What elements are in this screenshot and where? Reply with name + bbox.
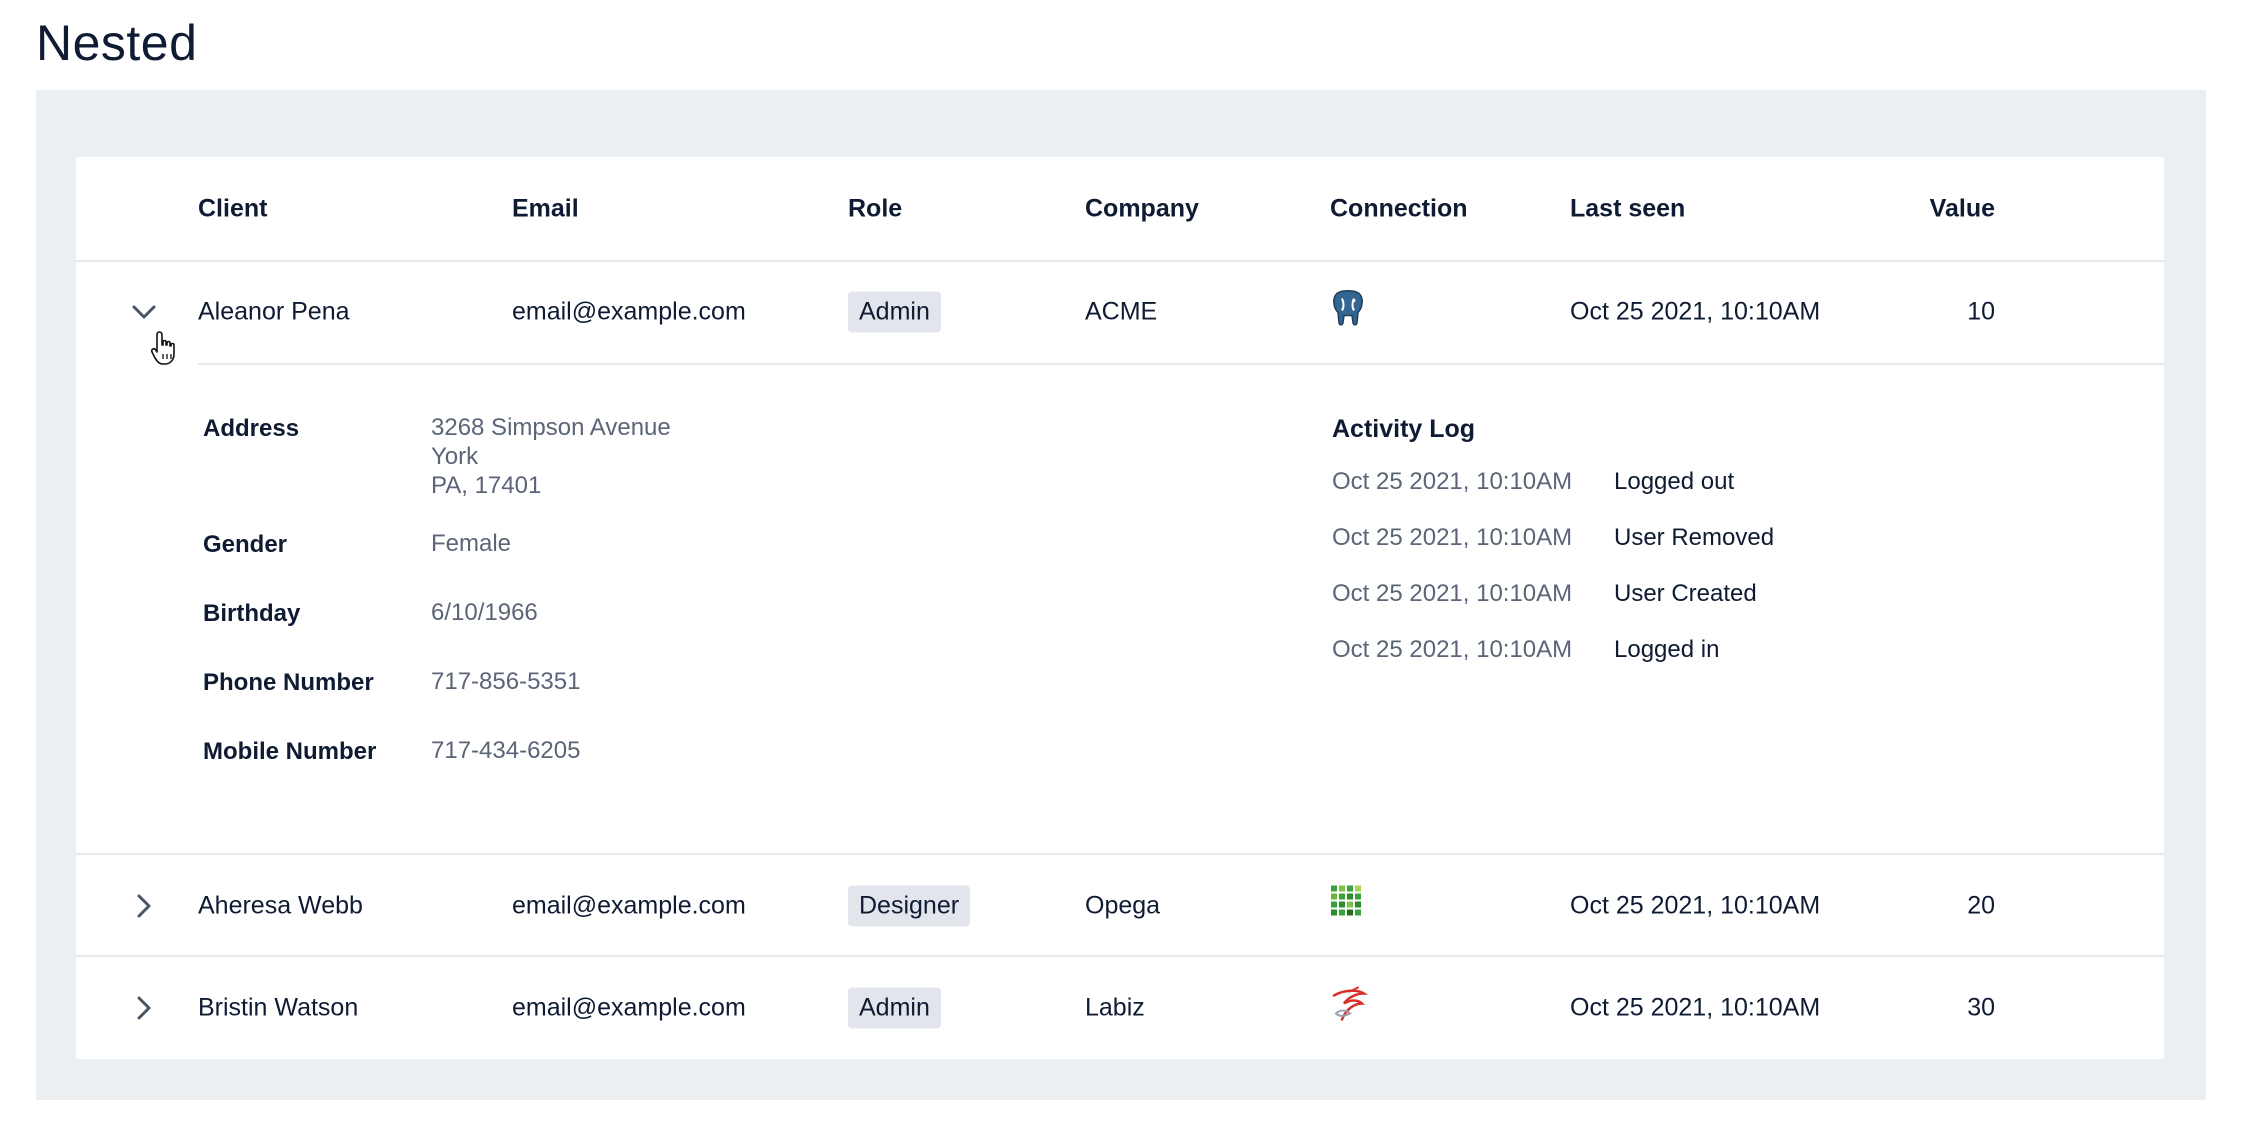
chevron-right-icon <box>137 996 151 1020</box>
row-value: 10 <box>1967 297 1995 326</box>
client-name: Bristin Watson <box>198 993 359 1022</box>
sql-server-icon <box>1332 986 1369 1021</box>
hand-cursor-icon <box>150 331 175 365</box>
connection-cell <box>1330 289 1366 336</box>
column-header-connection[interactable]: Connection <box>1330 194 1468 223</box>
chevron-right-icon <box>137 894 151 918</box>
expand-row-button[interactable] <box>126 990 162 1026</box>
connection-cell <box>1330 885 1366 928</box>
detail-value-address: 3268 Simpson Avenue York PA, 17401 <box>431 413 671 500</box>
last-seen: Oct 25 2021, 10:10AM <box>1570 993 1821 1022</box>
column-header-company[interactable]: Company <box>1085 194 1199 223</box>
client-email: email@example.com <box>512 297 746 326</box>
detail-value-mobile: 717-434-6205 <box>431 737 581 764</box>
role-badge: Admin <box>848 291 941 333</box>
company-name: Opega <box>1085 891 1161 920</box>
column-header-role[interactable]: Role <box>848 194 902 223</box>
address-line-3: PA, 17401 <box>431 472 542 499</box>
row-value: 20 <box>1967 891 1995 920</box>
last-seen: Oct 25 2021, 10:10AM <box>1570 297 1821 326</box>
detail-label-birthday: Birthday <box>203 600 301 627</box>
activity-time: Oct 25 2021, 10:10AM <box>1332 524 1573 551</box>
row-value: 30 <box>1967 993 1995 1022</box>
activity-time: Oct 25 2021, 10:10AM <box>1332 468 1573 495</box>
detail-label-phone: Phone Number <box>203 669 374 696</box>
chevron-down-icon <box>132 305 156 319</box>
postgresql-elephant-icon <box>1333 290 1363 326</box>
row-details-panel: Address 3268 Simpson Avenue York PA, 174… <box>76 365 2164 851</box>
detail-value-gender: Female <box>431 530 512 557</box>
client-email: email@example.com <box>512 993 746 1022</box>
column-header-email[interactable]: Email <box>512 194 579 223</box>
expand-row-button[interactable] <box>126 888 162 924</box>
activity-log-title: Activity Log <box>1332 415 1476 443</box>
detail-value-phone: 717-856-5351 <box>431 668 581 695</box>
table-container: Client Email Role Company Connection Las… <box>36 90 2206 1100</box>
connection-cell <box>1330 986 1369 1031</box>
activity-time: Oct 25 2021, 10:10AM <box>1332 636 1573 663</box>
last-seen: Oct 25 2021, 10:10AM <box>1570 891 1821 920</box>
company-name: Labiz <box>1085 993 1145 1022</box>
activity-log: Activity Log Oct 25 2021, 10:10AM Logged… <box>1332 415 1774 663</box>
address-line-2: York <box>431 443 479 470</box>
column-header-client[interactable]: Client <box>198 194 267 223</box>
address-line-1: 3268 Simpson Avenue <box>431 414 671 441</box>
column-header-value[interactable]: Value <box>1930 194 1995 223</box>
client-email: email@example.com <box>512 891 746 920</box>
column-header-last-seen[interactable]: Last seen <box>1570 194 1685 223</box>
page-title: Nested <box>36 15 198 71</box>
collapse-row-button[interactable] <box>126 294 162 330</box>
activity-time: Oct 25 2021, 10:10AM <box>1332 580 1573 607</box>
activity-action: User Removed <box>1614 524 1775 551</box>
green-grid-db-icon <box>1331 885 1361 916</box>
detail-label-gender: Gender <box>203 531 288 558</box>
detail-label-mobile: Mobile Number <box>203 738 377 765</box>
activity-action: Logged out <box>1614 468 1735 495</box>
activity-action: User Created <box>1614 580 1757 607</box>
role-badge: Admin <box>848 987 941 1029</box>
detail-label-address: Address <box>203 415 300 442</box>
activity-action: Logged in <box>1614 636 1720 663</box>
company-name: ACME <box>1085 297 1158 326</box>
table-row[interactable]: Bristin Watson email@example.com Admin L… <box>76 955 2164 1059</box>
table-row[interactable]: Aleanor Pena email@example.com Admin ACM… <box>76 261 2164 363</box>
table-header: Client Email Role Company Connection Las… <box>76 157 2164 262</box>
table-row[interactable]: Aheresa Webb email@example.com Designer … <box>76 853 2164 957</box>
role-badge: Designer <box>848 885 971 927</box>
detail-value-birthday: 6/10/1966 <box>431 599 538 626</box>
client-name: Aleanor Pena <box>198 297 350 326</box>
nested-table: Client Email Role Company Connection Las… <box>76 157 2164 1059</box>
client-name: Aheresa Webb <box>198 891 363 920</box>
